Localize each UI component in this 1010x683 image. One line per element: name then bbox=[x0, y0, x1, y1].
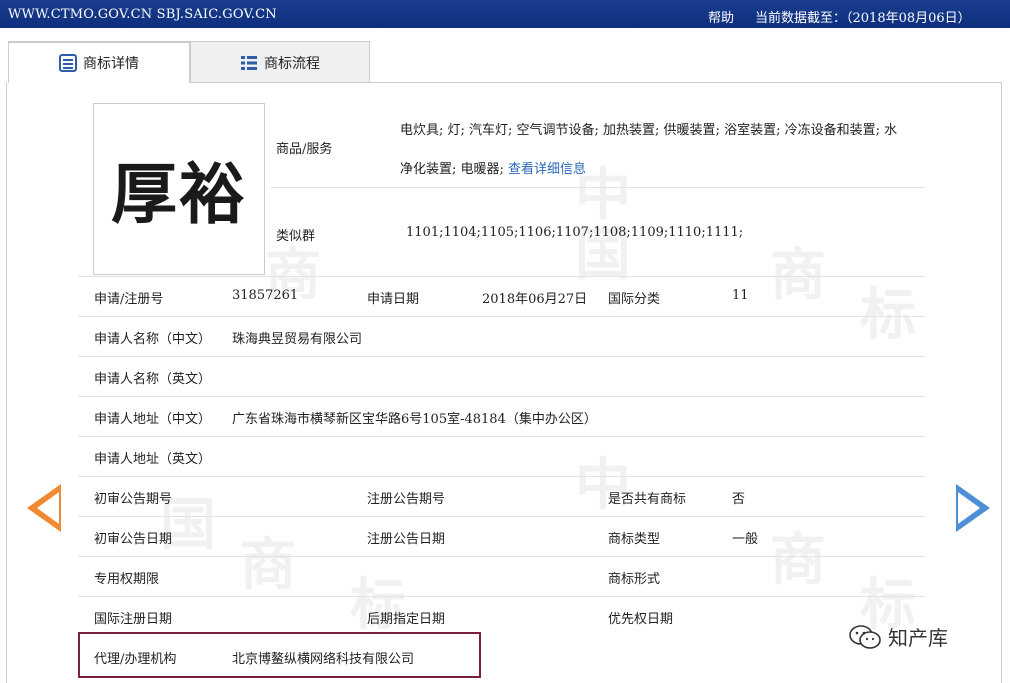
tab-label: 商标详情 bbox=[83, 56, 139, 72]
prelim-pub-date-label: 初审公告日期 bbox=[94, 532, 173, 547]
shared-mark-label: 是否共有商标 bbox=[608, 492, 687, 507]
watermark: 中 bbox=[575, 453, 631, 518]
reg-pub-number-label: 注册公告期号 bbox=[367, 492, 446, 507]
similar-group-label: 类似群 bbox=[276, 229, 316, 244]
watermark: 商 bbox=[240, 533, 296, 598]
divider bbox=[78, 356, 925, 357]
list-flow-icon bbox=[241, 55, 257, 70]
divider bbox=[78, 276, 925, 277]
reg-number-label: 申请/注册号 bbox=[94, 292, 164, 307]
data-date: 当前数据截至：（2018年08月06日） bbox=[755, 11, 971, 26]
apply-date-value: 2018年06月27日 bbox=[482, 292, 588, 307]
divider bbox=[78, 436, 925, 437]
list-detail-icon bbox=[59, 54, 77, 72]
tab-label: 商标流程 bbox=[264, 55, 320, 72]
agent-value: 北京博鳌纵横网络科技有限公司 bbox=[232, 652, 415, 667]
divider bbox=[78, 596, 925, 597]
applicant-cn-value: 珠海典昱贸易有限公司 bbox=[232, 332, 363, 347]
address-cn-value: 广东省珠海市横琴新区宝华路6号105室-48184（集中办公区） bbox=[232, 412, 597, 427]
reg-number-value: 31857261 bbox=[232, 288, 299, 303]
divider bbox=[270, 187, 925, 188]
reg-pub-date-label: 注册公告日期 bbox=[367, 532, 446, 547]
site-url: WWW.CTMO.GOV.CN SBJ.SAIC.GOV.CN bbox=[8, 7, 277, 22]
tab-trademark-flow[interactable]: 商标流程 bbox=[190, 41, 370, 83]
mark-form-label: 商标形式 bbox=[608, 572, 661, 587]
trademark-text: 厚裕 bbox=[111, 156, 247, 233]
tab-bar: 商标详情 商标流程 bbox=[6, 28, 1002, 83]
divider bbox=[78, 476, 925, 477]
watermark: 国 bbox=[575, 223, 631, 288]
apply-date-label: 申请日期 bbox=[367, 292, 420, 307]
goods-label: 商品/服务 bbox=[276, 142, 333, 157]
address-en-label: 申请人地址（英文） bbox=[94, 452, 212, 467]
agent-label: 代理/办理机构 bbox=[94, 652, 177, 667]
watermark: 标 bbox=[350, 573, 406, 638]
later-designation-date-label: 后期指定日期 bbox=[367, 612, 446, 627]
applicant-en-label: 申请人名称（英文） bbox=[94, 372, 212, 387]
divider bbox=[78, 516, 925, 517]
mark-type-label: 商标类型 bbox=[608, 532, 661, 547]
wechat-icon bbox=[849, 624, 881, 649]
exclusive-right-label: 专用权期限 bbox=[94, 572, 160, 587]
priority-date-label: 优先权日期 bbox=[608, 612, 674, 627]
shared-mark-value: 否 bbox=[732, 492, 746, 507]
intl-class-value: 11 bbox=[732, 288, 749, 303]
next-arrow-icon[interactable] bbox=[956, 484, 990, 532]
divider bbox=[78, 316, 925, 317]
applicant-cn-label: 申请人名称（中文） bbox=[94, 332, 212, 347]
goods-line-1: 电炊具; 灯; 汽车灯; 空气调节设备; 加热装置; 供暖装置; 浴室装置; 冷… bbox=[400, 123, 898, 138]
tab-trademark-detail[interactable]: 商标详情 bbox=[8, 41, 190, 83]
help-link[interactable]: 帮助 bbox=[708, 7, 734, 26]
similar-group-value: 1101;1104;1105;1106;1107;1108;1109;1110;… bbox=[406, 225, 744, 240]
watermark: 商 bbox=[770, 243, 826, 308]
prev-arrow-icon[interactable] bbox=[27, 484, 61, 532]
intl-reg-date-label: 国际注册日期 bbox=[94, 612, 173, 627]
wechat-name: 知产库 bbox=[888, 626, 948, 650]
address-cn-label: 申请人地址（中文） bbox=[94, 412, 212, 427]
divider bbox=[78, 556, 925, 557]
top-bar: WWW.CTMO.GOV.CN SBJ.SAIC.GOV.CN 帮助 当前数据截… bbox=[0, 0, 1010, 28]
view-details-link[interactable]: 查看详细信息 bbox=[508, 162, 586, 177]
intl-class-label: 国际分类 bbox=[608, 292, 661, 307]
goods-line-2: 净化装置; 电暖器; 查看详细信息 bbox=[400, 162, 587, 177]
prelim-pub-number-label: 初审公告期号 bbox=[94, 492, 173, 507]
divider bbox=[78, 396, 925, 397]
watermark: 标 bbox=[860, 283, 916, 348]
trademark-image: 厚裕 bbox=[93, 103, 265, 275]
wechat-watermark: 知产库 bbox=[848, 622, 948, 651]
mark-type-value: 一般 bbox=[732, 532, 759, 547]
